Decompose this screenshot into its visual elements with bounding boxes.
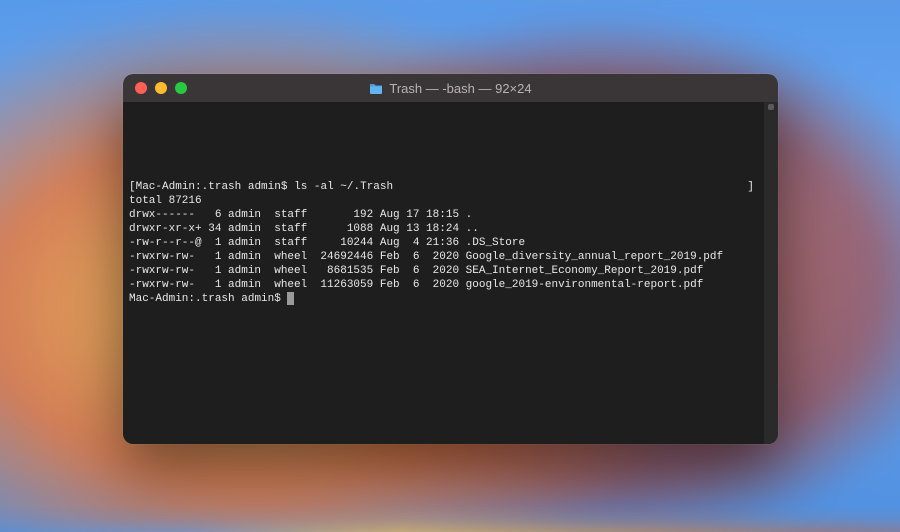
scrollbar-thumb[interactable]: [768, 104, 774, 110]
window-title: Trash — -bash — 92×24: [123, 81, 778, 96]
command-text: ls -al ~/.Trash: [294, 181, 393, 193]
terminal-window: Trash — -bash — 92×24 [Mac-Admin:.trash …: [123, 74, 778, 444]
close-button[interactable]: [135, 82, 147, 94]
traffic-lights: [123, 82, 187, 94]
ls-row: -rwxrw-rw- 1 admin wheel 8681535 Feb 6 2…: [129, 264, 772, 278]
window-title-text: Trash — -bash — 92×24: [389, 81, 531, 96]
total-line: total 87216: [129, 194, 772, 208]
ls-row: -rwxrw-rw- 1 admin wheel 24692446 Feb 6 …: [129, 250, 772, 264]
minimize-button[interactable]: [155, 82, 167, 94]
maximize-button[interactable]: [175, 82, 187, 94]
ls-row: drwx------ 6 admin staff 192 Aug 17 18:1…: [129, 208, 772, 222]
ls-row: -rw-r--r--@ 1 admin staff 10244 Aug 4 21…: [129, 236, 772, 250]
terminal-output: [Mac-Admin:.trash admin$ ls -al ~/.Trash…: [129, 148, 772, 306]
ls-row: drwxr-xr-x+ 34 admin staff 1088 Aug 13 1…: [129, 222, 772, 236]
terminal-body[interactable]: [Mac-Admin:.trash admin$ ls -al ~/.Trash…: [123, 102, 778, 444]
prompt-line: [Mac-Admin:.trash admin$ ls -al ~/.Trash…: [129, 180, 772, 194]
folder-icon: [369, 83, 383, 94]
scrollbar[interactable]: [764, 102, 778, 444]
ls-row: -rwxrw-rw- 1 admin wheel 11263059 Feb 6 …: [129, 278, 772, 292]
prompt-line-2: Mac-Admin:.trash admin$: [129, 292, 772, 306]
window-titlebar[interactable]: Trash — -bash — 92×24: [123, 74, 778, 102]
cursor: [287, 292, 294, 305]
